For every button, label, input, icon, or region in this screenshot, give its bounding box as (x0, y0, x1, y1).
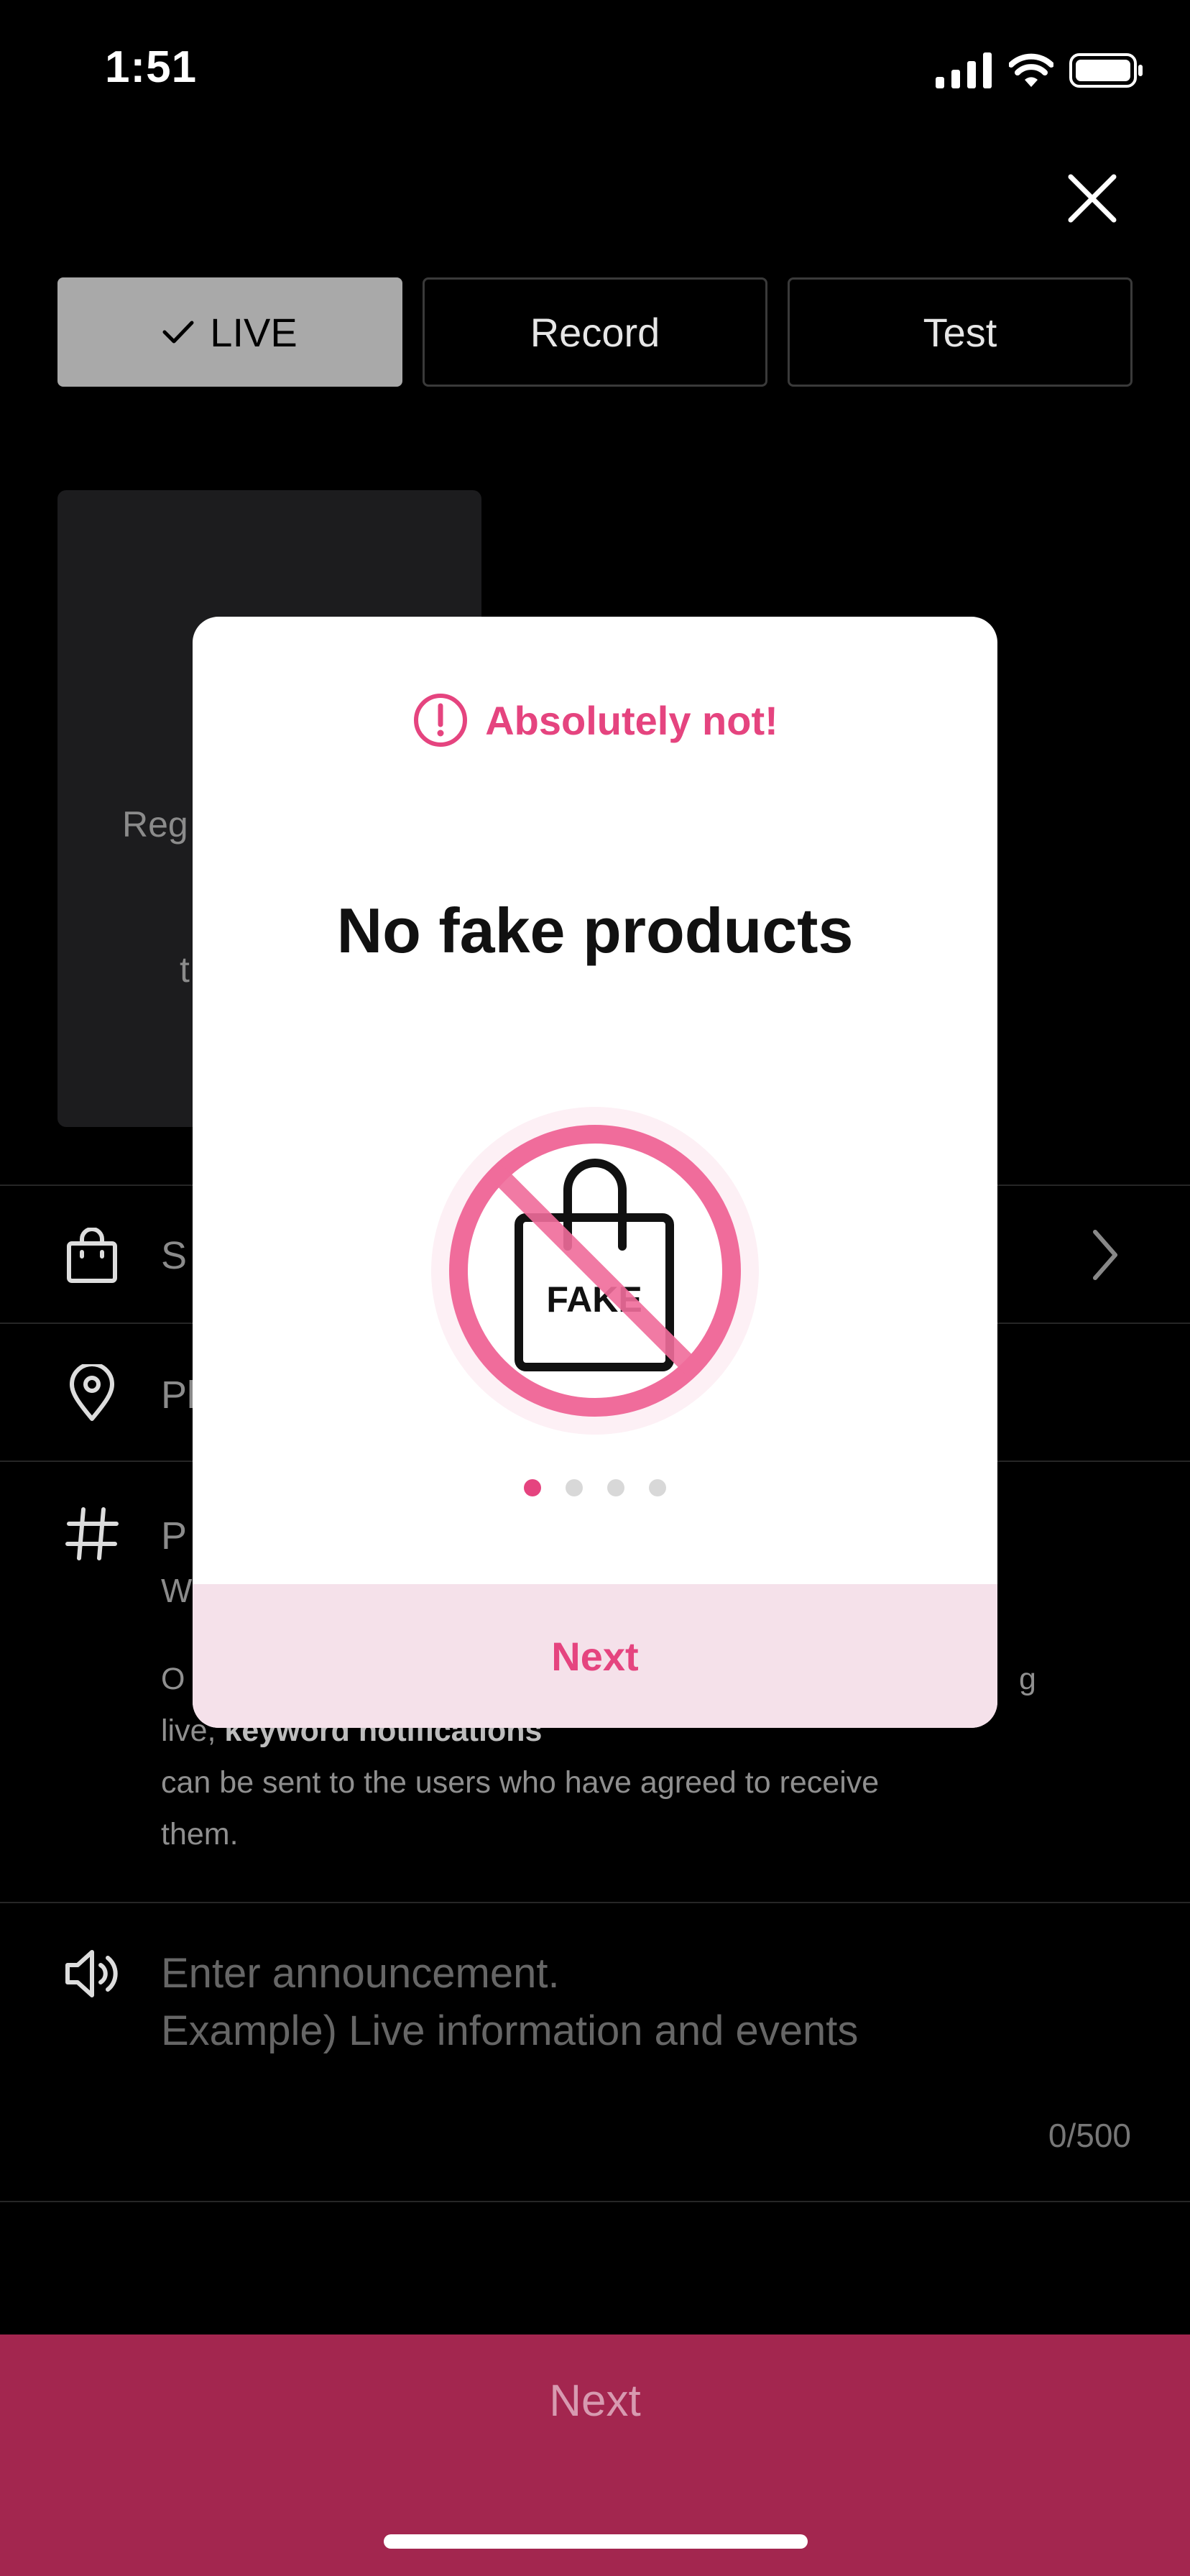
exclamation-circle-icon (414, 694, 468, 747)
tab-live-label: LIVE (210, 309, 298, 355)
tab-record[interactable]: Record (423, 277, 767, 387)
shopping-bag-icon (67, 1228, 117, 1283)
announcement-placeholder-2: Example) Live information and events (161, 2007, 859, 2054)
warning-header: Absolutely not! (193, 691, 997, 749)
next-button-label: Next (549, 2376, 641, 2426)
page-indicator (193, 1479, 997, 1496)
signal-icon (936, 52, 992, 88)
keyword-note-line1-end: g (1019, 1662, 1036, 1696)
cover-sublabel: t (180, 949, 190, 990)
speaker-icon (65, 1950, 118, 1997)
divider (0, 1902, 1190, 1903)
tags-row-label[interactable]: P (161, 1514, 187, 1558)
keyword-note-line3: can be sent to the users who have agreed… (161, 1765, 880, 1800)
battery-icon (1069, 53, 1143, 88)
no-fake-products-icon: FAKE (431, 1107, 759, 1435)
status-icons (936, 50, 1144, 91)
guideline-modal: Absolutely not! No fake products FAKE Ne… (193, 617, 997, 1728)
warning-text: Absolutely not! (485, 697, 778, 743)
page-dot (649, 1479, 666, 1496)
close-icon[interactable] (1064, 170, 1121, 227)
tags-row-label-2: W (161, 1572, 193, 1609)
status-time: 1:51 (105, 42, 198, 92)
page-dot (607, 1479, 624, 1496)
modal-title: No fake products (336, 895, 854, 966)
character-counter: 0/500 (1048, 2117, 1131, 2154)
divider (0, 2201, 1190, 2202)
chevron-right-icon[interactable] (1088, 1226, 1122, 1284)
hashtag-icon (65, 1507, 119, 1560)
keyword-note-line4: them. (161, 1817, 239, 1852)
page-dot (566, 1479, 583, 1496)
tab-test[interactable]: Test (788, 277, 1133, 387)
tab-test-label: Test (923, 309, 997, 355)
cover-label: Reg (122, 804, 188, 845)
modal-next-button[interactable]: Next (193, 1584, 997, 1728)
keyword-note-line1: O (161, 1662, 185, 1696)
announcement-placeholder-1: Enter announcement. (161, 1950, 560, 1997)
checkmark-icon (162, 321, 194, 344)
page-dot (524, 1479, 541, 1496)
location-pin-icon (70, 1364, 114, 1421)
tab-record-label: Record (530, 309, 660, 355)
wifi-icon (1009, 53, 1053, 87)
location-row-label[interactable]: Pl (161, 1373, 195, 1417)
announcement-input[interactable]: Enter announcement. Example) Live inform… (161, 1945, 858, 2060)
modal-next-label: Next (551, 1633, 639, 1679)
product-row-label[interactable]: S (161, 1233, 187, 1278)
tab-live[interactable]: LIVE (57, 277, 402, 387)
home-indicator (384, 2534, 808, 2549)
